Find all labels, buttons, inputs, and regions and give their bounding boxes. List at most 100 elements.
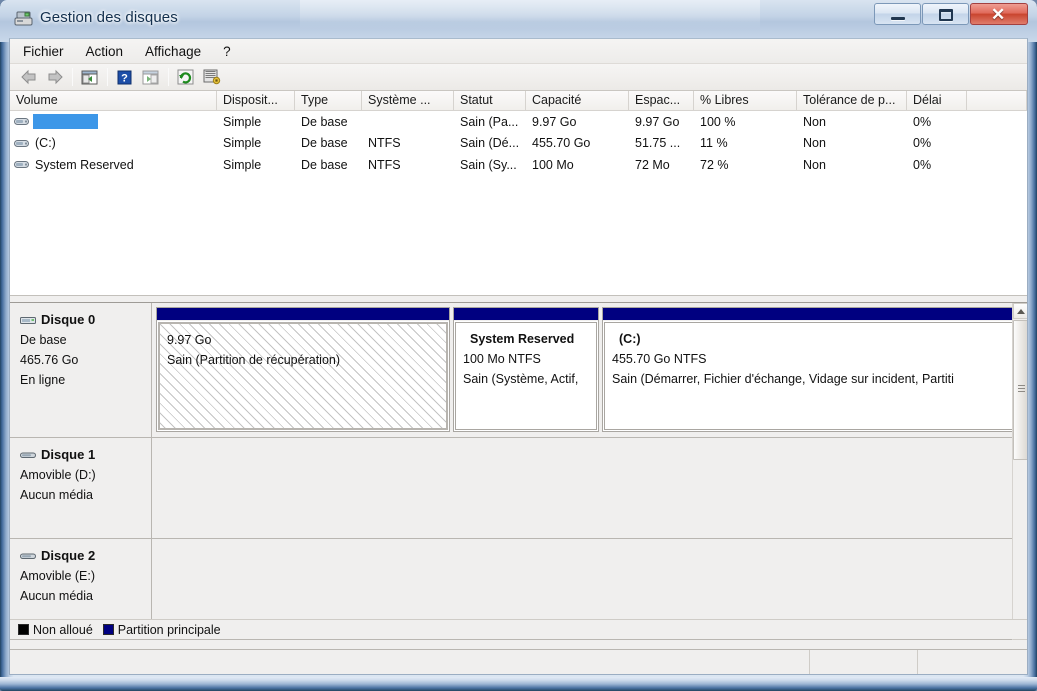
disk-title: Disque 1 xyxy=(20,447,151,462)
volume-label: System Reserved xyxy=(35,157,134,172)
disk-graphical-pane: Disque 0 De base 465.76 Go En ligne 9.97 Go S… xyxy=(10,303,1027,640)
volume-label: (C:) xyxy=(35,136,56,151)
cell-dispositif: Simple xyxy=(223,114,262,129)
disk-info-panel[interactable]: Disque 1 Amovible (D:) Aucun média xyxy=(10,438,152,538)
window-controls: ✕ xyxy=(873,3,1028,26)
minimize-button[interactable] xyxy=(874,3,921,25)
partition-title: System Reserved xyxy=(470,332,575,346)
status-cell-1 xyxy=(10,650,810,674)
volume-label xyxy=(33,114,98,130)
close-icon: ✕ xyxy=(991,5,1006,24)
disk-name: Disque 0 xyxy=(41,312,96,327)
pane-splitter[interactable] xyxy=(10,295,1027,303)
cell-libres: 72 % xyxy=(700,157,729,172)
cell-tolerance: Non xyxy=(803,114,826,129)
show-console-tree-icon xyxy=(81,70,98,84)
maximize-button[interactable] xyxy=(922,3,969,25)
table-row[interactable]: Simple De base Sain (Pa... 9.97 Go 9.97 Go 10… xyxy=(10,111,1027,133)
menu-help[interactable]: ? xyxy=(214,41,240,62)
toolbar-separator xyxy=(72,68,73,86)
cell-systeme: NTFS xyxy=(368,157,401,172)
column-header-espace[interactable]: Espac... xyxy=(629,91,694,110)
column-header-type[interactable]: Type xyxy=(295,91,362,110)
scrollbar-thumb[interactable] xyxy=(1013,320,1027,460)
status-cell-3 xyxy=(918,650,1027,674)
legend-bar: Non alloué Partition principale xyxy=(10,619,1027,639)
show-action-pane-icon xyxy=(142,70,159,84)
scroll-up-button[interactable] xyxy=(1013,303,1027,319)
menu-fichier[interactable]: Fichier xyxy=(14,41,73,62)
scrollbar-grip-icon xyxy=(1018,385,1025,392)
toolbar-separator-3 xyxy=(168,68,169,86)
status-cell-2 xyxy=(810,650,918,674)
menu-bar: Fichier Action Affichage ? xyxy=(10,39,1027,64)
disk-line2: 465.76 Go xyxy=(20,353,79,367)
removable-disk-icon xyxy=(20,452,36,458)
disk-title: Disque 0 xyxy=(20,312,151,327)
title-bar[interactable]: Gestion des disques ✕ xyxy=(0,0,1037,38)
column-header-spare[interactable] xyxy=(967,91,1027,110)
window-title: Gestion des disques xyxy=(40,9,178,26)
disk-partitions-area xyxy=(152,438,1012,538)
help-button[interactable]: ? xyxy=(112,66,137,89)
disk-partitions-area: 9.97 Go Sain (Partition de récupération) S… xyxy=(152,303,1024,437)
removable-disk-icon xyxy=(20,553,36,559)
rescan-disks-button[interactable] xyxy=(199,66,224,89)
partition-c-drive-partition[interactable]: (C:) 455.70 Go NTFS Sain (Démarrer, Fichie… xyxy=(602,307,1020,432)
disk-management-icon xyxy=(14,11,33,26)
table-row[interactable]: (C:) Simple De base NTFS Sain (Dé... 455.70 G… xyxy=(10,133,1027,155)
cell-systeme: NTFS xyxy=(368,136,401,151)
close-button[interactable]: ✕ xyxy=(970,3,1028,25)
back-button[interactable] xyxy=(16,66,41,89)
forward-button[interactable] xyxy=(42,66,67,89)
chevron-up-icon xyxy=(1016,308,1025,314)
disk-row-0: Disque 0 De base 465.76 Go En ligne 9.97 Go S… xyxy=(10,303,1024,438)
refresh-button[interactable] xyxy=(173,66,198,89)
partition-line2: Sain (Démarrer, Fichier d'échange, Vidag… xyxy=(612,372,954,386)
disk-pane-scrollbar[interactable] xyxy=(1012,303,1027,640)
disk-line1: De base xyxy=(20,333,67,347)
column-header-capacite[interactable]: Capacité xyxy=(526,91,629,110)
show-console-tree-button[interactable] xyxy=(77,66,102,89)
partition-line2: Sain (Système, Actif, xyxy=(463,372,579,386)
column-header-dispositif[interactable]: Disposit... xyxy=(217,91,295,110)
column-header-volume[interactable]: Volume xyxy=(10,91,217,110)
back-arrow-icon xyxy=(20,69,35,85)
partition-details: (C:) 455.70 Go NTFS Sain (Démarrer, Fichie… xyxy=(604,322,1018,430)
client-area: Fichier Action Affichage ? ? Volume Disp… xyxy=(9,38,1028,675)
help-icon: ? xyxy=(117,70,132,84)
cell-tolerance: Non xyxy=(803,136,826,151)
column-header-systeme[interactable]: Système ... xyxy=(362,91,454,110)
column-header-delai[interactable]: Délai xyxy=(907,91,967,110)
disk-rows-container: Disque 0 De base 465.76 Go En ligne 9.97 Go S… xyxy=(10,303,1024,640)
legend-primary-partition-swatch xyxy=(102,624,114,635)
column-header-libres[interactable]: % Libres xyxy=(694,91,797,110)
toolbar-separator-2 xyxy=(107,68,108,86)
partition-system-reserved-partition[interactable]: System Reserved 100 Mo NTFS Sain (Système,… xyxy=(453,307,599,432)
column-header-statut[interactable]: Statut xyxy=(454,91,526,110)
partition-line2: Sain (Partition de récupération) xyxy=(167,353,341,367)
minimize-icon xyxy=(891,17,905,20)
volume-list-pane: Volume Disposit... Type Système ... Statut Ca… xyxy=(10,91,1027,295)
partition-recovery-partition[interactable]: 9.97 Go Sain (Partition de récupération) xyxy=(156,307,450,432)
cell-libres: 100 % xyxy=(700,114,736,129)
cell-dispositif: Simple xyxy=(223,136,262,151)
legend-unallocated-label: Non alloué xyxy=(33,622,93,637)
disk-info-panel[interactable]: Disque 0 De base 465.76 Go En ligne xyxy=(10,303,152,437)
toolbar: ? xyxy=(10,64,1027,91)
partition-title: (C:) xyxy=(619,332,641,346)
show-action-pane-button[interactable] xyxy=(138,66,163,89)
partition-details: System Reserved 100 Mo NTFS Sain (Système,… xyxy=(455,322,597,430)
table-row[interactable]: System Reserved Simple De base NTFS Sain (Sy… xyxy=(10,154,1027,176)
partition-line1: 9.97 Go xyxy=(167,333,212,347)
window-border-bottom xyxy=(0,677,1037,691)
cell-delai: 0% xyxy=(913,114,932,129)
menu-action[interactable]: Action xyxy=(77,41,133,62)
cell-delai: 0% xyxy=(913,157,932,172)
partition-details: 9.97 Go Sain (Partition de récupération) xyxy=(158,322,448,430)
cell-tolerance: Non xyxy=(803,157,826,172)
cell-volume: (C:) xyxy=(10,136,217,150)
column-header-tolerance[interactable]: Tolérance de p... xyxy=(797,91,907,110)
menu-affichage[interactable]: Affichage xyxy=(136,41,210,62)
volume-list-rows: Simple De base Sain (Pa... 9.97 Go 9.97 Go 10… xyxy=(10,111,1027,176)
